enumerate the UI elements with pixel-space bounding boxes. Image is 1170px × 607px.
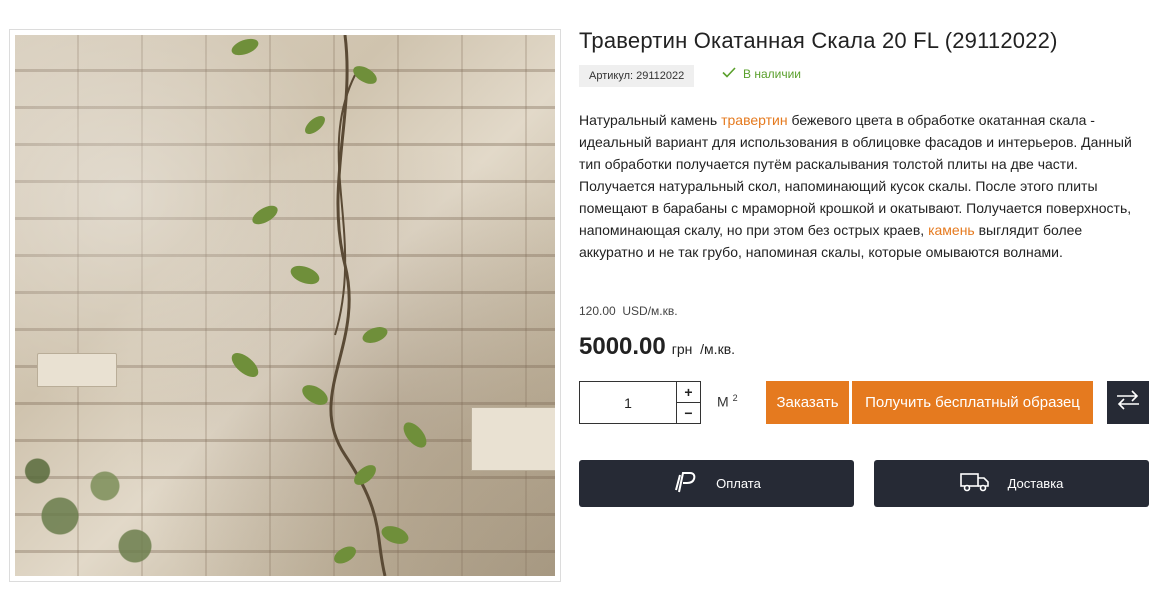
stone-link[interactable]: камень (928, 222, 975, 238)
stock-label: В наличии (743, 67, 802, 81)
compare-arrows-icon (1115, 389, 1141, 416)
stock-status: В наличии (722, 67, 801, 81)
delivery-button[interactable]: Доставка (874, 460, 1149, 507)
quantity-minus-button[interactable]: − (677, 403, 700, 423)
price-uah: 5000.00 грн /м.кв. (579, 333, 735, 361)
delivery-truck-icon (959, 471, 990, 496)
price-uah-unit: грн /м.кв. (671, 341, 736, 357)
compare-button[interactable] (1107, 381, 1149, 424)
product-description: Натуральный камень травертин бежевого цв… (579, 109, 1139, 263)
quantity-unit: М 2 (717, 393, 738, 410)
quantity-buttons: + − (676, 382, 700, 423)
unit-superscript: 2 (732, 393, 738, 403)
quantity-plus-button[interactable]: + (677, 382, 700, 403)
product-photo[interactable] (15, 35, 555, 576)
description-text-1: Натуральный камень (579, 112, 722, 128)
product-image-frame[interactable] (9, 29, 561, 582)
product-title: Травертин Окатанная Скала 20 FL (2911202… (579, 28, 1058, 53)
delivery-label: Доставка (1007, 476, 1064, 491)
payment-label: Оплата (716, 476, 761, 491)
quantity-input[interactable]: 1 (580, 382, 676, 423)
free-sample-button[interactable]: Получить бесплатный образец (852, 381, 1093, 424)
price-usd: 120.00 USD/м.кв. (579, 304, 678, 318)
ground-plants (15, 426, 165, 576)
description-text-2: бежевого цвета в обработке окатанная ска… (579, 112, 1132, 238)
quantity-stepper[interactable]: 1 + − (579, 381, 701, 424)
unit-label: М (717, 393, 729, 410)
travertine-link[interactable]: травертин (721, 112, 788, 128)
price-uah-value: 5000.00 (579, 333, 666, 360)
payment-icon (672, 469, 698, 498)
payment-button[interactable]: Оплата (579, 460, 854, 507)
check-icon (722, 67, 736, 81)
sku-badge: Артикул: 29112022 (579, 65, 695, 87)
order-button[interactable]: Заказать (766, 381, 849, 424)
